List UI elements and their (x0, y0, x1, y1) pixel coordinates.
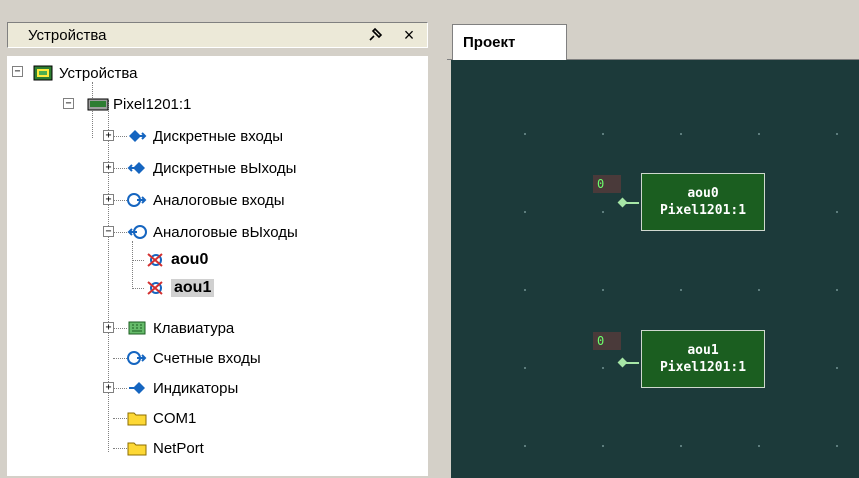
indicator-icon (127, 379, 147, 397)
expander-digital-inputs[interactable]: + (103, 130, 114, 141)
tree-item-aou1[interactable]: aou1 (145, 276, 215, 300)
devices-panel-header: Устройства × (7, 22, 428, 48)
block-name-aou1: aou1 (687, 343, 719, 358)
analog-output-icon (127, 223, 147, 241)
devices-panel-title: Устройства (28, 26, 107, 44)
keyboard-icon (127, 319, 147, 337)
pane-splitter[interactable] (435, 0, 447, 478)
tree-device[interactable]: Pixel1201:1 (87, 92, 191, 116)
tree-item-digital-inputs[interactable]: Дискретные входы (127, 124, 283, 148)
block-value-aou0: 0 (593, 175, 621, 193)
pin-aou0[interactable] (617, 197, 628, 208)
tree-item-com1[interactable]: COM1 (127, 406, 196, 430)
expander-analog-inputs[interactable]: + (103, 194, 114, 205)
block-device-aou0: Pixel1201:1 (659, 203, 747, 218)
devices-icon (33, 64, 53, 82)
expander-analog-outputs[interactable]: − (103, 226, 114, 237)
block-aou1[interactable]: aou1 Pixel1201:1 (641, 330, 765, 388)
tree-item-aou0[interactable]: aou0 (145, 248, 208, 272)
root-expander[interactable]: − (12, 66, 23, 77)
tree-item-analog-outputs[interactable]: Аналоговые вЫходы (127, 220, 298, 244)
disabled-output-icon (145, 251, 165, 269)
tree-item-digital-outputs[interactable]: Дискретные вЫходы (127, 156, 296, 180)
tab-project[interactable]: Проект (452, 24, 567, 60)
tree-item-keyboard[interactable]: Клавиатура (127, 316, 234, 340)
device-icon (87, 95, 109, 113)
tree-item-netport[interactable]: NetPort (127, 436, 204, 460)
expander-digital-outputs[interactable]: + (103, 162, 114, 173)
disabled-output-icon (145, 279, 165, 297)
block-aou0[interactable]: aou0 Pixel1201:1 (641, 173, 765, 231)
devices-panel: Устройства × − Устройства − Pixel1201:1 … (0, 0, 435, 478)
project-canvas[interactable]: 0 aou0 Pixel1201:1 0 aou1 Pixel1201:1 (451, 60, 859, 478)
analog-input-icon (127, 191, 147, 209)
close-icon[interactable]: × (397, 24, 421, 46)
expander-keyboard[interactable]: + (103, 322, 114, 333)
block-value-aou1: 0 (593, 332, 621, 350)
pin-icon[interactable] (363, 24, 387, 46)
tree-item-indicators[interactable]: Индикаторы (127, 376, 238, 400)
block-name-aou0: aou0 (687, 186, 719, 201)
pin-aou1[interactable] (617, 357, 628, 368)
counter-input-icon (127, 349, 147, 367)
digital-output-icon (127, 159, 147, 177)
digital-input-icon (127, 127, 147, 145)
folder-icon (127, 439, 147, 457)
tree-item-counter-inputs[interactable]: Счетные входы (127, 346, 261, 370)
devices-tree: − Устройства − Pixel1201:1 + Дискретные … (7, 56, 428, 476)
block-device-aou1: Pixel1201:1 (659, 360, 747, 375)
tab-bar: Проект (447, 22, 859, 60)
device-expander[interactable]: − (63, 98, 74, 109)
expander-indicators[interactable]: + (103, 382, 114, 393)
folder-icon (127, 409, 147, 427)
tree-root[interactable]: Устройства (33, 61, 137, 85)
tree-item-analog-inputs[interactable]: Аналоговые входы (127, 188, 284, 212)
